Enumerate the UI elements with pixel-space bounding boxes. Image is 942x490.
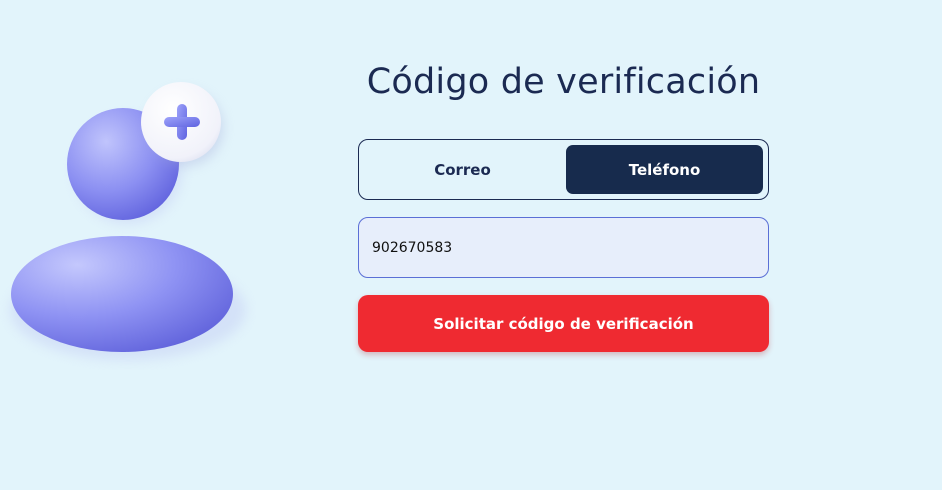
figure-body (11, 236, 233, 352)
verification-form: Código de verificación Correo Teléfono S… (358, 55, 769, 352)
page-title: Código de verificación (366, 62, 761, 102)
request-code-button[interactable]: Solicitar código de verificación (358, 295, 769, 352)
add-user-illustration (0, 70, 260, 370)
phone-input[interactable] (358, 217, 769, 278)
tab-telefono[interactable]: Teléfono (566, 145, 763, 194)
method-toggle: Correo Teléfono (358, 139, 769, 200)
add-user-icon (10, 82, 246, 360)
tab-correo[interactable]: Correo (364, 145, 561, 194)
